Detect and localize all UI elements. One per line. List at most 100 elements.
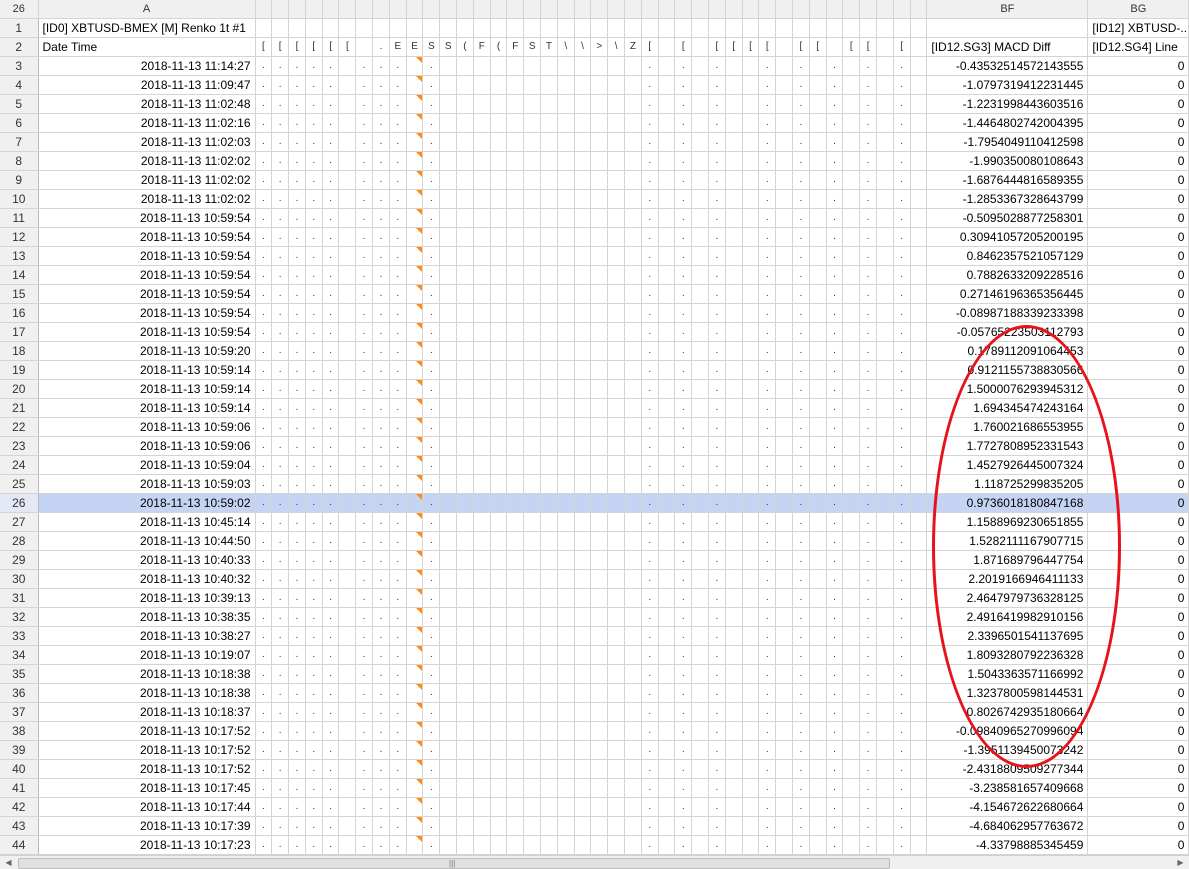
narrow-cell[interactable] (406, 113, 424, 133)
narrow-cell[interactable] (523, 702, 542, 722)
narrow-cell[interactable] (624, 702, 642, 722)
narrow-cell[interactable] (624, 550, 642, 570)
narrow-cell[interactable] (590, 531, 609, 551)
narrow-cell[interactable] (876, 607, 894, 627)
narrow-cell[interactable] (490, 341, 508, 361)
narrow-cell[interactable] (490, 94, 508, 114)
narrow-cell[interactable] (540, 626, 558, 646)
narrow-cell[interactable]: . (826, 341, 844, 361)
row-header[interactable]: 22 (0, 417, 39, 437)
narrow-cell[interactable] (406, 569, 424, 589)
narrow-cell[interactable] (607, 455, 626, 475)
narrow-cell[interactable] (910, 227, 928, 247)
narrow-cell[interactable]: . (305, 132, 323, 152)
narrow-cell[interactable]: . (389, 607, 407, 627)
narrow-cell[interactable] (775, 607, 793, 627)
narrow-cell[interactable]: . (422, 702, 441, 722)
narrow-cell[interactable]: . (355, 835, 374, 855)
row-header[interactable]: 25 (0, 474, 39, 494)
narrow-cell[interactable] (406, 227, 424, 247)
narrow-cell[interactable] (910, 626, 928, 646)
row-header[interactable]: 38 (0, 721, 39, 741)
narrow-cell[interactable] (842, 94, 861, 114)
narrow-cell[interactable] (490, 797, 508, 817)
narrow-cell[interactable]: . (758, 550, 777, 570)
column-header-narrow[interactable] (691, 0, 710, 19)
narrow-cell[interactable] (406, 531, 424, 551)
narrow-cell[interactable] (338, 816, 357, 836)
narrow-cell[interactable]: . (288, 493, 306, 513)
narrow-cell[interactable]: . (708, 151, 726, 171)
narrow-cell[interactable] (590, 664, 609, 684)
narrow-cell[interactable] (540, 455, 558, 475)
cell-macd-diff[interactable]: 1.5282111167907715 (926, 531, 1089, 551)
narrow-cell[interactable]: . (859, 56, 877, 76)
cell-macd-diff[interactable]: 1.5000076293945312 (926, 379, 1089, 399)
narrow-cell[interactable] (658, 550, 676, 570)
narrow-cell[interactable] (439, 284, 458, 304)
narrow-cell[interactable] (742, 683, 760, 703)
narrow-cell[interactable] (842, 56, 861, 76)
narrow-cell[interactable]: . (674, 227, 693, 247)
narrow-cell[interactable] (456, 702, 474, 722)
narrow-cell[interactable]: . (674, 588, 693, 608)
narrow-cell[interactable] (590, 341, 609, 361)
narrow-cell[interactable] (540, 265, 558, 285)
narrow-cell[interactable] (876, 360, 894, 380)
narrow-cell[interactable] (523, 816, 542, 836)
table-row[interactable]: 16 2018-11-13 10:59:54................. -0… (0, 303, 1189, 323)
narrow-cell[interactable] (406, 683, 424, 703)
narrow-cell[interactable] (523, 189, 542, 209)
narrow-cell[interactable] (506, 151, 525, 171)
row-header[interactable]: 21 (0, 398, 39, 418)
narrow-cell[interactable]: . (641, 379, 659, 399)
narrow-cell[interactable] (775, 94, 793, 114)
narrow-cell[interactable] (540, 835, 558, 855)
narrow-cell[interactable] (540, 493, 558, 513)
narrow-cell[interactable] (775, 455, 793, 475)
narrow-cell[interactable] (574, 835, 592, 855)
narrow-cell[interactable]: . (893, 645, 911, 665)
column-header-narrow[interactable] (305, 0, 323, 19)
narrow-cell[interactable] (842, 75, 861, 95)
narrow-cell[interactable]: . (826, 493, 844, 513)
narrow-cell[interactable]: . (708, 645, 726, 665)
narrow-cell[interactable]: . (255, 341, 273, 361)
cell-datetime[interactable]: 2018-11-13 10:59:54 (38, 246, 256, 266)
narrow-cell[interactable] (910, 778, 928, 798)
narrow-cell[interactable] (910, 322, 928, 342)
narrow-cell[interactable] (775, 664, 793, 684)
narrow-cell[interactable] (876, 569, 894, 589)
narrow-cell[interactable]: . (893, 816, 911, 836)
narrow-cell[interactable] (590, 702, 609, 722)
narrow-cell[interactable] (691, 759, 710, 779)
narrow-cell[interactable] (557, 265, 575, 285)
narrow-cell[interactable]: . (355, 379, 374, 399)
cell-datetime[interactable]: 2018-11-13 10:59:20 (38, 341, 256, 361)
narrow-cell[interactable] (456, 588, 474, 608)
narrow-cell[interactable]: . (641, 664, 659, 684)
narrow-cell[interactable]: . (322, 512, 340, 532)
narrow-cell[interactable]: . (271, 189, 290, 209)
narrow-cell[interactable] (691, 778, 710, 798)
narrow-cell[interactable]: . (355, 816, 374, 836)
narrow-cell[interactable]: . (255, 227, 273, 247)
narrow-cell[interactable] (557, 816, 575, 836)
narrow-cell[interactable] (338, 398, 357, 418)
row-header[interactable]: 1 (0, 18, 39, 38)
narrow-cell[interactable] (557, 18, 575, 38)
cell-macd-diff[interactable]: 1.1588969230651855 (926, 512, 1089, 532)
table-row[interactable]: 40 2018-11-13 10:17:52................. -2… (0, 759, 1189, 779)
cell-macd-diff[interactable]: -4.684062957763672 (926, 816, 1089, 836)
narrow-cell[interactable]: . (372, 474, 390, 494)
narrow-cell[interactable]: . (674, 208, 693, 228)
narrow-cell[interactable]: . (355, 246, 374, 266)
narrow-cell[interactable]: . (708, 493, 726, 513)
narrow-cell[interactable] (506, 607, 525, 627)
narrow-cell[interactable] (658, 170, 676, 190)
narrow-cell[interactable]: . (322, 303, 340, 323)
narrow-cell[interactable]: . (422, 379, 441, 399)
narrow-cell[interactable] (658, 835, 676, 855)
narrow-cell[interactable] (624, 683, 642, 703)
narrow-cell[interactable]: . (792, 626, 810, 646)
